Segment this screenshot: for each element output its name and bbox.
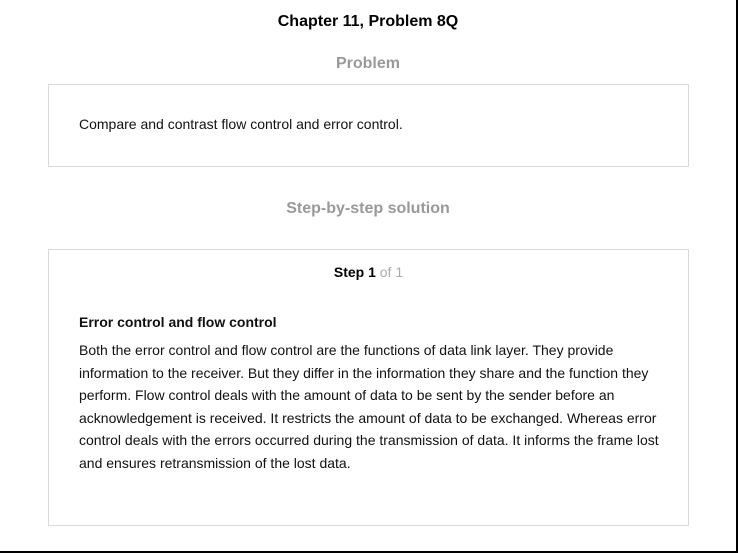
problem-card: Compare and contrast flow control and er…	[48, 84, 689, 167]
step-of-count: of 1	[379, 264, 404, 280]
problem-heading: Problem	[335, 55, 400, 72]
step-label: Step 1	[333, 264, 376, 280]
solution-card: Step 1 of 1 Error control and flow contr…	[48, 249, 689, 526]
step-indicator: Step 1 of 1	[49, 263, 688, 281]
step-title: Error control and flow control	[79, 314, 277, 330]
solution-heading: Step-by-step solution	[286, 200, 450, 217]
page-title: Chapter 11, Problem 8Q	[277, 13, 459, 30]
step-body: Both the error control and flow control …	[79, 342, 659, 471]
problem-text: Compare and contrast flow control and er…	[79, 116, 403, 132]
